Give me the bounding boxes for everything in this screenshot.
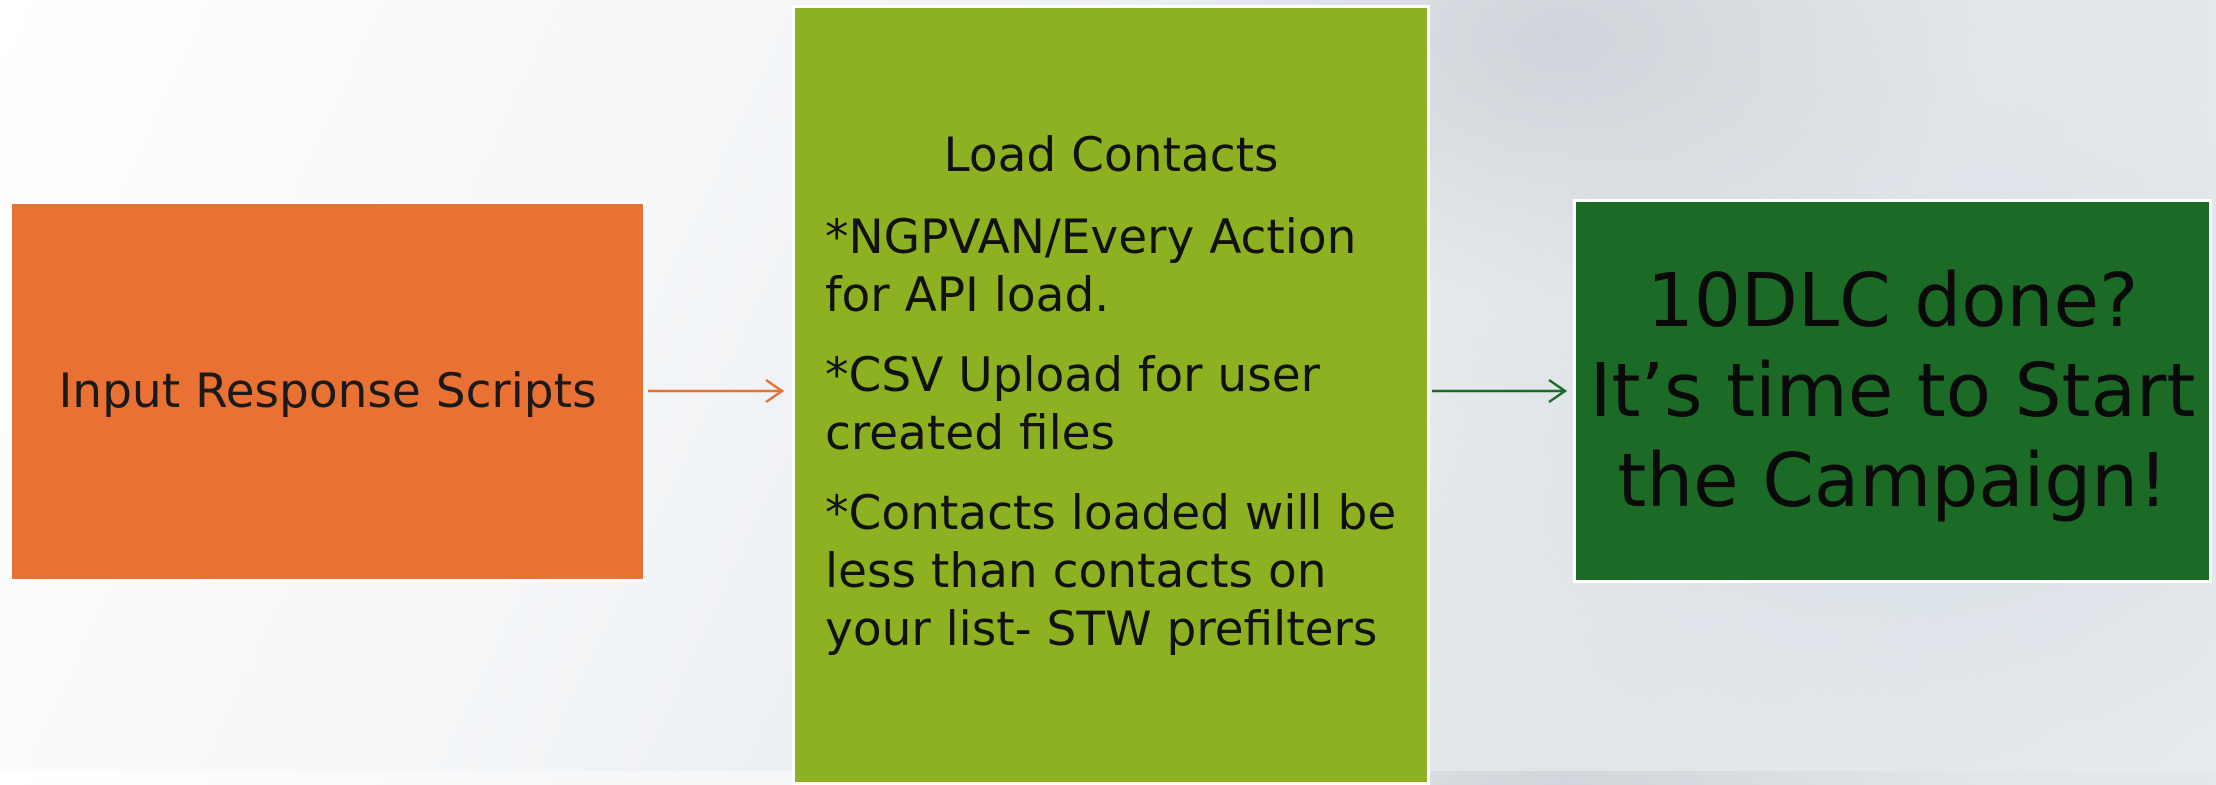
arrow-input-to-load (648, 378, 785, 404)
load-contacts-item-prefilter: *Contacts loaded will be less than conta… (825, 486, 1397, 657)
start-campaign-box: 10DLC done? It’s time to Start the Campa… (1573, 199, 2212, 583)
load-contacts-item-api: *NGPVAN/Every Action for API load. (825, 210, 1357, 323)
load-contacts-item-csv: *CSV Upload for user created files (825, 348, 1320, 461)
load-contacts-box: Load Contacts *NGPVAN/Every Action for A… (792, 5, 1430, 785)
start-campaign-line: 10DLC done? (1646, 258, 2139, 344)
load-contacts-title: Load Contacts (943, 128, 1279, 183)
start-campaign-line: It’s time to Start (1589, 348, 2196, 434)
start-campaign-line: the Campaign! (1617, 438, 2168, 524)
arrow-load-to-start (1432, 378, 1568, 404)
start-campaign-text: 10DLC done? It’s time to Start the Campa… (1590, 256, 2196, 526)
